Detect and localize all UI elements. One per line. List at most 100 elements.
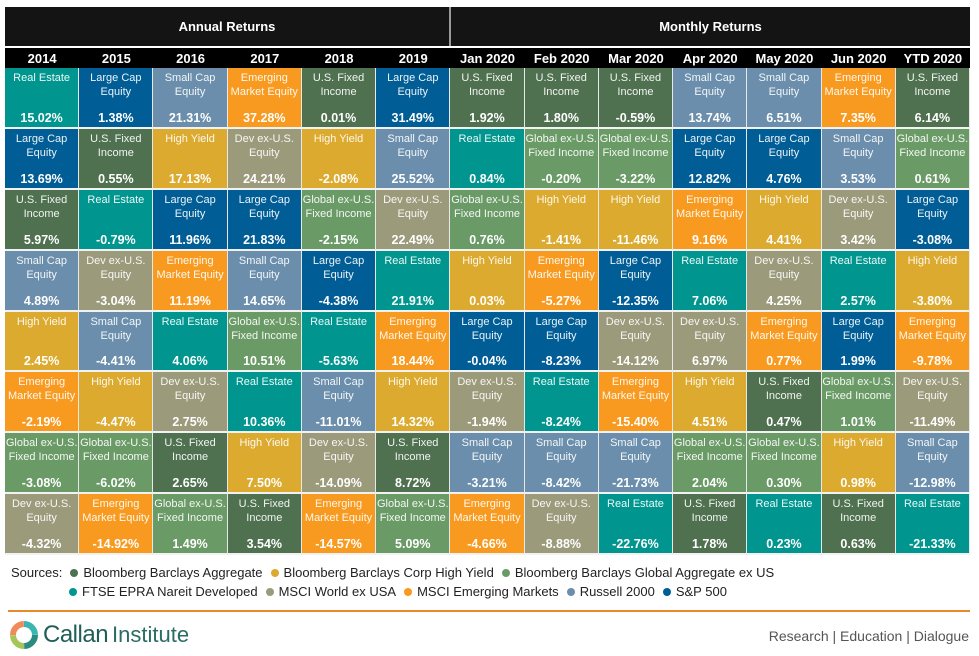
asset-class-label: Real Estate (384, 254, 442, 267)
legend-label: Bloomberg Barclays Corp High Yield (283, 565, 494, 580)
asset-class-label: U.S. Fixed Income (164, 437, 216, 464)
return-value: 0.03% (469, 293, 505, 308)
asset-class-label: High Yield (610, 193, 661, 206)
legend-label: MSCI Emerging Markets (417, 584, 559, 599)
legend-dot-icon (70, 568, 79, 577)
return-cell: Small Cap Equity 6.51% (747, 68, 822, 129)
return-value: 9.16% (691, 232, 728, 247)
asset-class-label: Real Estate (607, 498, 664, 511)
sources-label: Sources: (11, 565, 63, 580)
return-value: -14.57% (315, 537, 362, 551)
legend-item: Russell 2000 (566, 582, 655, 601)
column-header: Jan 2020 (460, 51, 515, 66)
return-value: 4.89% (23, 293, 60, 308)
column-header: Jun 2020 (830, 51, 887, 66)
return-value: 10.36% (243, 415, 286, 430)
return-cell: Emerging Market Equity 37.28% (227, 68, 302, 129)
asset-class-label: Small Cap Equity (832, 132, 884, 159)
return-cell: High Yield -11.46% (598, 189, 674, 251)
return-cell: Real Estate -22.76% (598, 494, 674, 555)
return-cell: Large Cap Equity -12.35% (598, 250, 674, 312)
return-value: 6.51% (766, 110, 802, 125)
return-cell: High Yield 2.45% (5, 311, 80, 373)
return-cell: U.S. Fixed Income 0.63% (821, 494, 896, 555)
asset-class-label: Dev ex-U.S. Equity (11, 498, 72, 525)
asset-class-label: Small Cap Equity (238, 254, 290, 281)
return-cell: U.S. Fixed Income -0.59% (598, 68, 674, 129)
return-cell: Large Cap Equity 1.38% (79, 68, 154, 129)
asset-class-label: Large Cap Equity (387, 72, 439, 98)
return-cell: U.S. Fixed Income 0.47% (747, 372, 822, 434)
return-value: 7.50% (246, 476, 283, 491)
legend-dot-icon (662, 587, 671, 596)
asset-class-label: Emerging Market Equity (453, 498, 521, 525)
return-value: 14.32% (391, 415, 434, 430)
return-cell: Global ex-U.S. Fixed Income 1.01% (821, 372, 896, 434)
return-value: 11.96% (169, 232, 211, 247)
return-value: -22.76% (612, 537, 659, 551)
column-header: 2018 (324, 51, 354, 66)
return-cell: U.S. Fixed Income 6.14% (895, 68, 970, 129)
return-cell: Dev ex-U.S. Equity -8.88% (524, 494, 599, 555)
return-value: -8.88% (541, 537, 582, 551)
asset-class-label: High Yield (313, 132, 364, 145)
return-value: 1.80% (543, 110, 579, 125)
asset-class-label: Global ex-U.S. Fixed Income (673, 437, 746, 464)
asset-class-label: Global ex-U.S. Fixed Income (302, 193, 375, 220)
title-bar: Annual Returns Monthly Returns (5, 7, 970, 46)
return-cell: Dev ex-U.S. Equity 2.75% (153, 372, 228, 434)
column-header: 2019 (398, 51, 428, 66)
return-value: 6.97% (691, 354, 728, 369)
return-cell: Real Estate 10.36% (227, 372, 302, 434)
return-value: 0.76% (469, 232, 505, 247)
return-value: 7.06% (691, 293, 728, 308)
return-cell: High Yield 4.51% (673, 372, 748, 434)
return-cell: Emerging Market Equity 7.35% (821, 68, 896, 129)
asset-class-label: Dev ex-U.S. Equity (828, 193, 888, 220)
return-value: 5.97% (23, 232, 60, 247)
return-value: -14.92% (92, 537, 140, 551)
return-cell: Small Cap Equity -12.98% (895, 433, 970, 495)
asset-class-label: Real Estate (87, 193, 145, 206)
return-cell: Dev ex-U.S. Equity -1.94% (450, 372, 525, 434)
return-value: 2.65% (172, 476, 208, 491)
asset-class-label: Dev ex-U.S. Equity (234, 132, 294, 159)
return-value: 4.76% (766, 171, 802, 186)
return-value: 15.02% (20, 110, 63, 125)
return-value: 11.19% (169, 293, 211, 308)
return-cell: Emerging Market Equity -14.92% (79, 494, 154, 555)
return-cell: Dev ex-U.S. Equity -4.32% (5, 494, 80, 555)
asset-class-label: Emerging Market Equity (7, 376, 76, 403)
return-value: -21.33% (909, 537, 956, 551)
asset-class-label: Small Cap Equity (535, 437, 587, 464)
return-cell: Small Cap Equity 21.31% (153, 68, 228, 129)
callan-institute-logo: Callan Institute (9, 620, 189, 650)
return-value: -5.27% (541, 293, 582, 308)
column-header-row: 2014 2015 2016 2017 2018 2019 Jan 2020 Feb 2020… (5, 48, 970, 68)
return-cell: Global ex-U.S. Fixed Income -2.15% (301, 189, 377, 251)
asset-class-label: High Yield (759, 193, 809, 206)
asset-class-label: Small Cap Equity (164, 72, 216, 98)
return-value: 3.53% (840, 171, 876, 186)
asset-class-label: Real Estate (532, 376, 590, 389)
brand-name: Callan (43, 621, 109, 648)
return-value: 4.25% (766, 293, 802, 308)
return-cell: Global ex-U.S. Fixed Income 5.09% (376, 494, 451, 555)
return-value: -3.22% (615, 171, 656, 186)
asset-class-label: Large Cap Equity (758, 132, 810, 159)
return-value: -8.42% (541, 476, 582, 491)
asset-class-label: Large Cap Equity (609, 254, 662, 281)
asset-class-label: Small Cap Equity (907, 437, 958, 464)
asset-class-label: Small Cap Equity (16, 254, 67, 281)
return-value: 0.23% (766, 537, 802, 551)
return-value: -8.23% (541, 354, 582, 369)
asset-class-label: Emerging Market Equity (527, 254, 595, 281)
return-cell: Small Cap Equity -8.42% (524, 433, 599, 495)
asset-class-label: Emerging Market Equity (82, 498, 150, 525)
return-cell: Large Cap Equity -0.04% (450, 311, 525, 373)
asset-class-label: Dev ex-U.S. Equity (457, 376, 517, 403)
return-value: 2.04% (691, 476, 728, 491)
return-cell: Global ex-U.S. Fixed Income 0.76% (450, 189, 525, 251)
asset-class-label: U.S. Fixed Income (609, 72, 662, 98)
return-value: -15.40% (612, 415, 659, 430)
